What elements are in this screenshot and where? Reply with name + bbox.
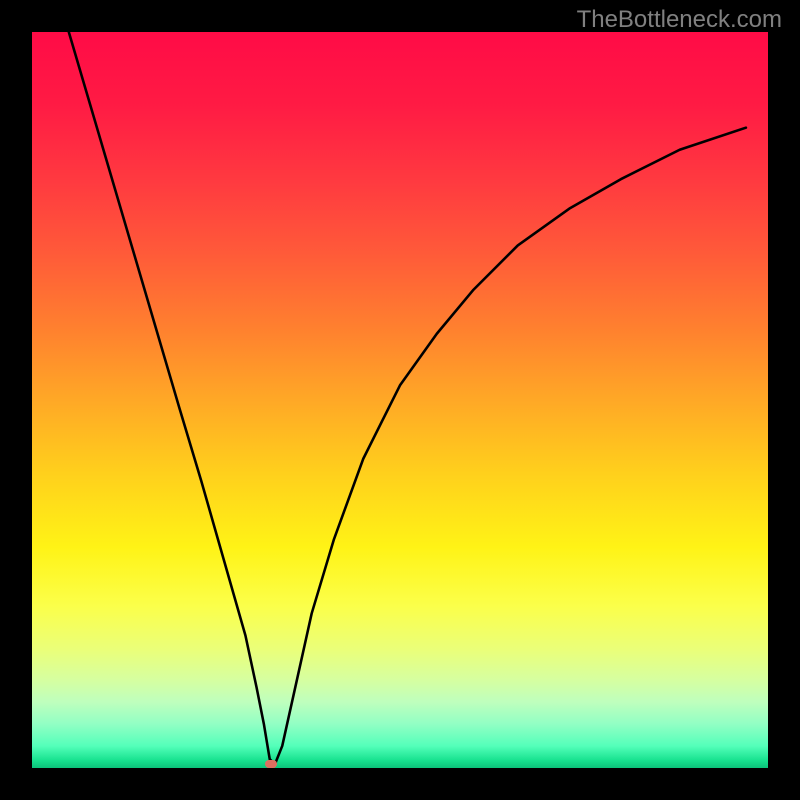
watermark-text: TheBottleneck.com — [577, 6, 782, 34]
plot-area — [32, 32, 768, 768]
bottleneck-curve — [69, 32, 746, 764]
curve-svg — [32, 32, 768, 768]
marker-dot — [265, 760, 277, 768]
